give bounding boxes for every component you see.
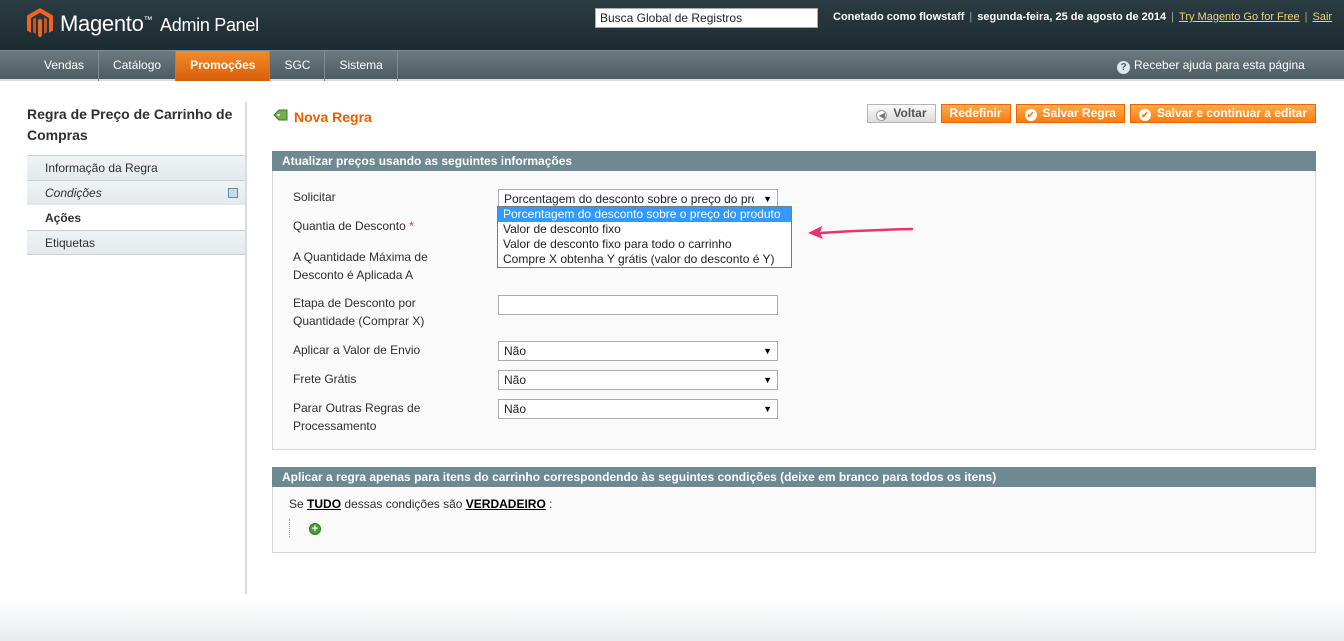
main-nav: Vendas Catálogo Promoções SGC Sistema ? R…	[0, 50, 1344, 81]
content-header: Nova Regra ◀ Voltar Redefinir ✔ Salvar Reg…	[272, 104, 1316, 134]
conditions-fieldset: Se TUDO dessas condições são VERDADEIRO …	[272, 487, 1316, 553]
global-search-input[interactable]	[595, 8, 818, 28]
apply-dropdown-list: Porcentagem do desconto sobre o preço do…	[497, 206, 792, 268]
footer-band	[0, 598, 1344, 641]
user-text: Conetado como flowstaff	[833, 11, 965, 23]
dropdown-option[interactable]: Valor de desconto fixo	[498, 222, 791, 237]
cond-suffix: :	[549, 497, 553, 511]
actions-fieldset: Solicitar Porcentagem do desconto sobre …	[272, 171, 1316, 450]
cond-prefix: Se	[289, 497, 304, 511]
back-button-label: Voltar	[893, 106, 927, 120]
dropdown-option[interactable]: Porcentagem do desconto sobre o preço do…	[498, 207, 791, 222]
logo-subtitle: Admin Panel	[160, 15, 259, 35]
sidebar-item-etiquetas[interactable]: Etiquetas	[27, 230, 246, 255]
nav-item-sgc[interactable]: SGC	[270, 51, 326, 81]
aggregator-link[interactable]: TUDO	[307, 497, 341, 511]
conditions-fieldset-legend: Aplicar a regra apenas para itens do car…	[272, 467, 1316, 487]
apply-label: Solicitar	[293, 190, 336, 204]
stop-rules-select[interactable]: Não	[498, 399, 778, 419]
help-label: Receber ajuda para esta página	[1134, 58, 1305, 72]
back-button[interactable]: ◀ Voltar	[867, 104, 936, 123]
page-title: Nova Regra	[294, 109, 372, 125]
logo-trademark: ™	[143, 14, 153, 25]
apply-shipping-select[interactable]: Não	[498, 341, 778, 361]
separator: |	[969, 11, 973, 23]
header-user-info: Conetado como flowstaff | segunda-feira, 2…	[833, 11, 1332, 23]
sidebar-tabs: Informação da Regra Condições Ações Etiq…	[27, 155, 246, 255]
sidebar-item-acoes[interactable]: Ações	[27, 205, 246, 230]
sidebar-title: Regra de Preço de Carrinho de Compras	[27, 106, 233, 143]
sidebar-item-label: Condições	[45, 186, 102, 200]
dropdown-option[interactable]: Compre X obtenha Y grátis (valor do desc…	[498, 252, 791, 267]
conditions-tree-line	[289, 519, 290, 537]
nav-list: Vendas Catálogo Promoções SGC Sistema	[30, 51, 398, 81]
save-continue-button[interactable]: ✔ Salvar e continuar a editar	[1129, 104, 1316, 123]
free-shipping-select[interactable]: Não	[498, 370, 778, 390]
add-condition-icon[interactable]: +	[309, 523, 321, 535]
save-rule-button[interactable]: ✔ Salvar Regra	[1015, 104, 1125, 123]
date-text: segunda-feira, 25 de agosto de 2014	[977, 11, 1167, 23]
sidebar-divider	[245, 102, 247, 594]
separator: |	[1171, 11, 1175, 23]
logo-text: Magento™ Admin Panel	[60, 11, 259, 37]
nav-item-sistema[interactable]: Sistema	[325, 51, 398, 81]
max-qty-label: A Quantidade Máxima de Desconto é Aplica…	[293, 250, 428, 282]
magento-logo-icon[interactable]	[27, 8, 53, 38]
sidebar: Regra de Preço de Carrinho de Compras In…	[27, 104, 246, 255]
annotation-arrow-icon	[808, 226, 914, 239]
price-tag-icon	[273, 109, 288, 121]
dropdown-option[interactable]: Valor de desconto fixo para todo o carri…	[498, 237, 791, 252]
conditions-sentence: Se TUDO dessas condições são VERDADEIRO …	[289, 497, 553, 511]
stop-rules-value: Não	[504, 402, 527, 416]
actions-fieldset-legend: Atualizar preços usando as seguintes inf…	[272, 151, 1316, 171]
apply-shipping-label: Aplicar a Valor de Envio	[293, 343, 421, 357]
sidebar-item-condicoes[interactable]: Condições	[27, 180, 246, 205]
logout-link[interactable]: Sair	[1313, 11, 1333, 23]
discount-amount-text: Quantia de Desconto	[293, 219, 406, 233]
reset-button[interactable]: Redefinir	[940, 104, 1011, 123]
discount-amount-label: Quantia de Desconto *	[293, 217, 493, 235]
required-mark: *	[409, 219, 414, 233]
value-link[interactable]: VERDADEIRO	[466, 497, 546, 511]
discount-step-label: Etapa de Desconto por Quantidade (Compra…	[293, 296, 425, 328]
apply-shipping-value: Não	[504, 344, 527, 358]
nav-item-catalogo[interactable]: Catálogo	[99, 51, 177, 81]
stop-rules-label: Parar Outras Regras de Processamento	[293, 401, 421, 433]
nav-item-vendas[interactable]: Vendas	[30, 51, 100, 81]
nav-item-promocoes[interactable]: Promoções	[176, 51, 271, 81]
discount-step-input[interactable]	[498, 295, 778, 315]
check-icon: ✔	[1024, 109, 1037, 121]
form-buttons: ◀ Voltar Redefinir ✔ Salvar Regra ✔ Salvar …	[867, 104, 1316, 123]
reset-button-label: Redefinir	[949, 106, 1002, 120]
free-shipping-value: Não	[504, 373, 527, 387]
help-icon: ?	[1117, 61, 1130, 74]
free-shipping-label: Frete Grátis	[293, 372, 357, 386]
cond-middle: dessas condições são	[344, 497, 463, 511]
sidebar-item-informacao[interactable]: Informação da Regra	[27, 155, 246, 180]
arrow-left-icon: ◀	[876, 110, 888, 121]
save-continue-label: Salvar e continuar a editar	[1156, 106, 1307, 120]
logo-name: Magento	[60, 11, 144, 36]
try-magento-go-link[interactable]: Try Magento Go for Free	[1179, 11, 1300, 23]
separator: |	[1304, 11, 1308, 23]
help-link[interactable]: ? Receber ajuda para esta página	[1117, 58, 1305, 74]
check-icon: ✔	[1138, 109, 1151, 121]
header-bar: Magento™ Admin Panel Conetado como flows…	[0, 0, 1344, 50]
floppy-icon	[228, 188, 238, 198]
save-button-label: Salvar Regra	[1042, 106, 1116, 120]
